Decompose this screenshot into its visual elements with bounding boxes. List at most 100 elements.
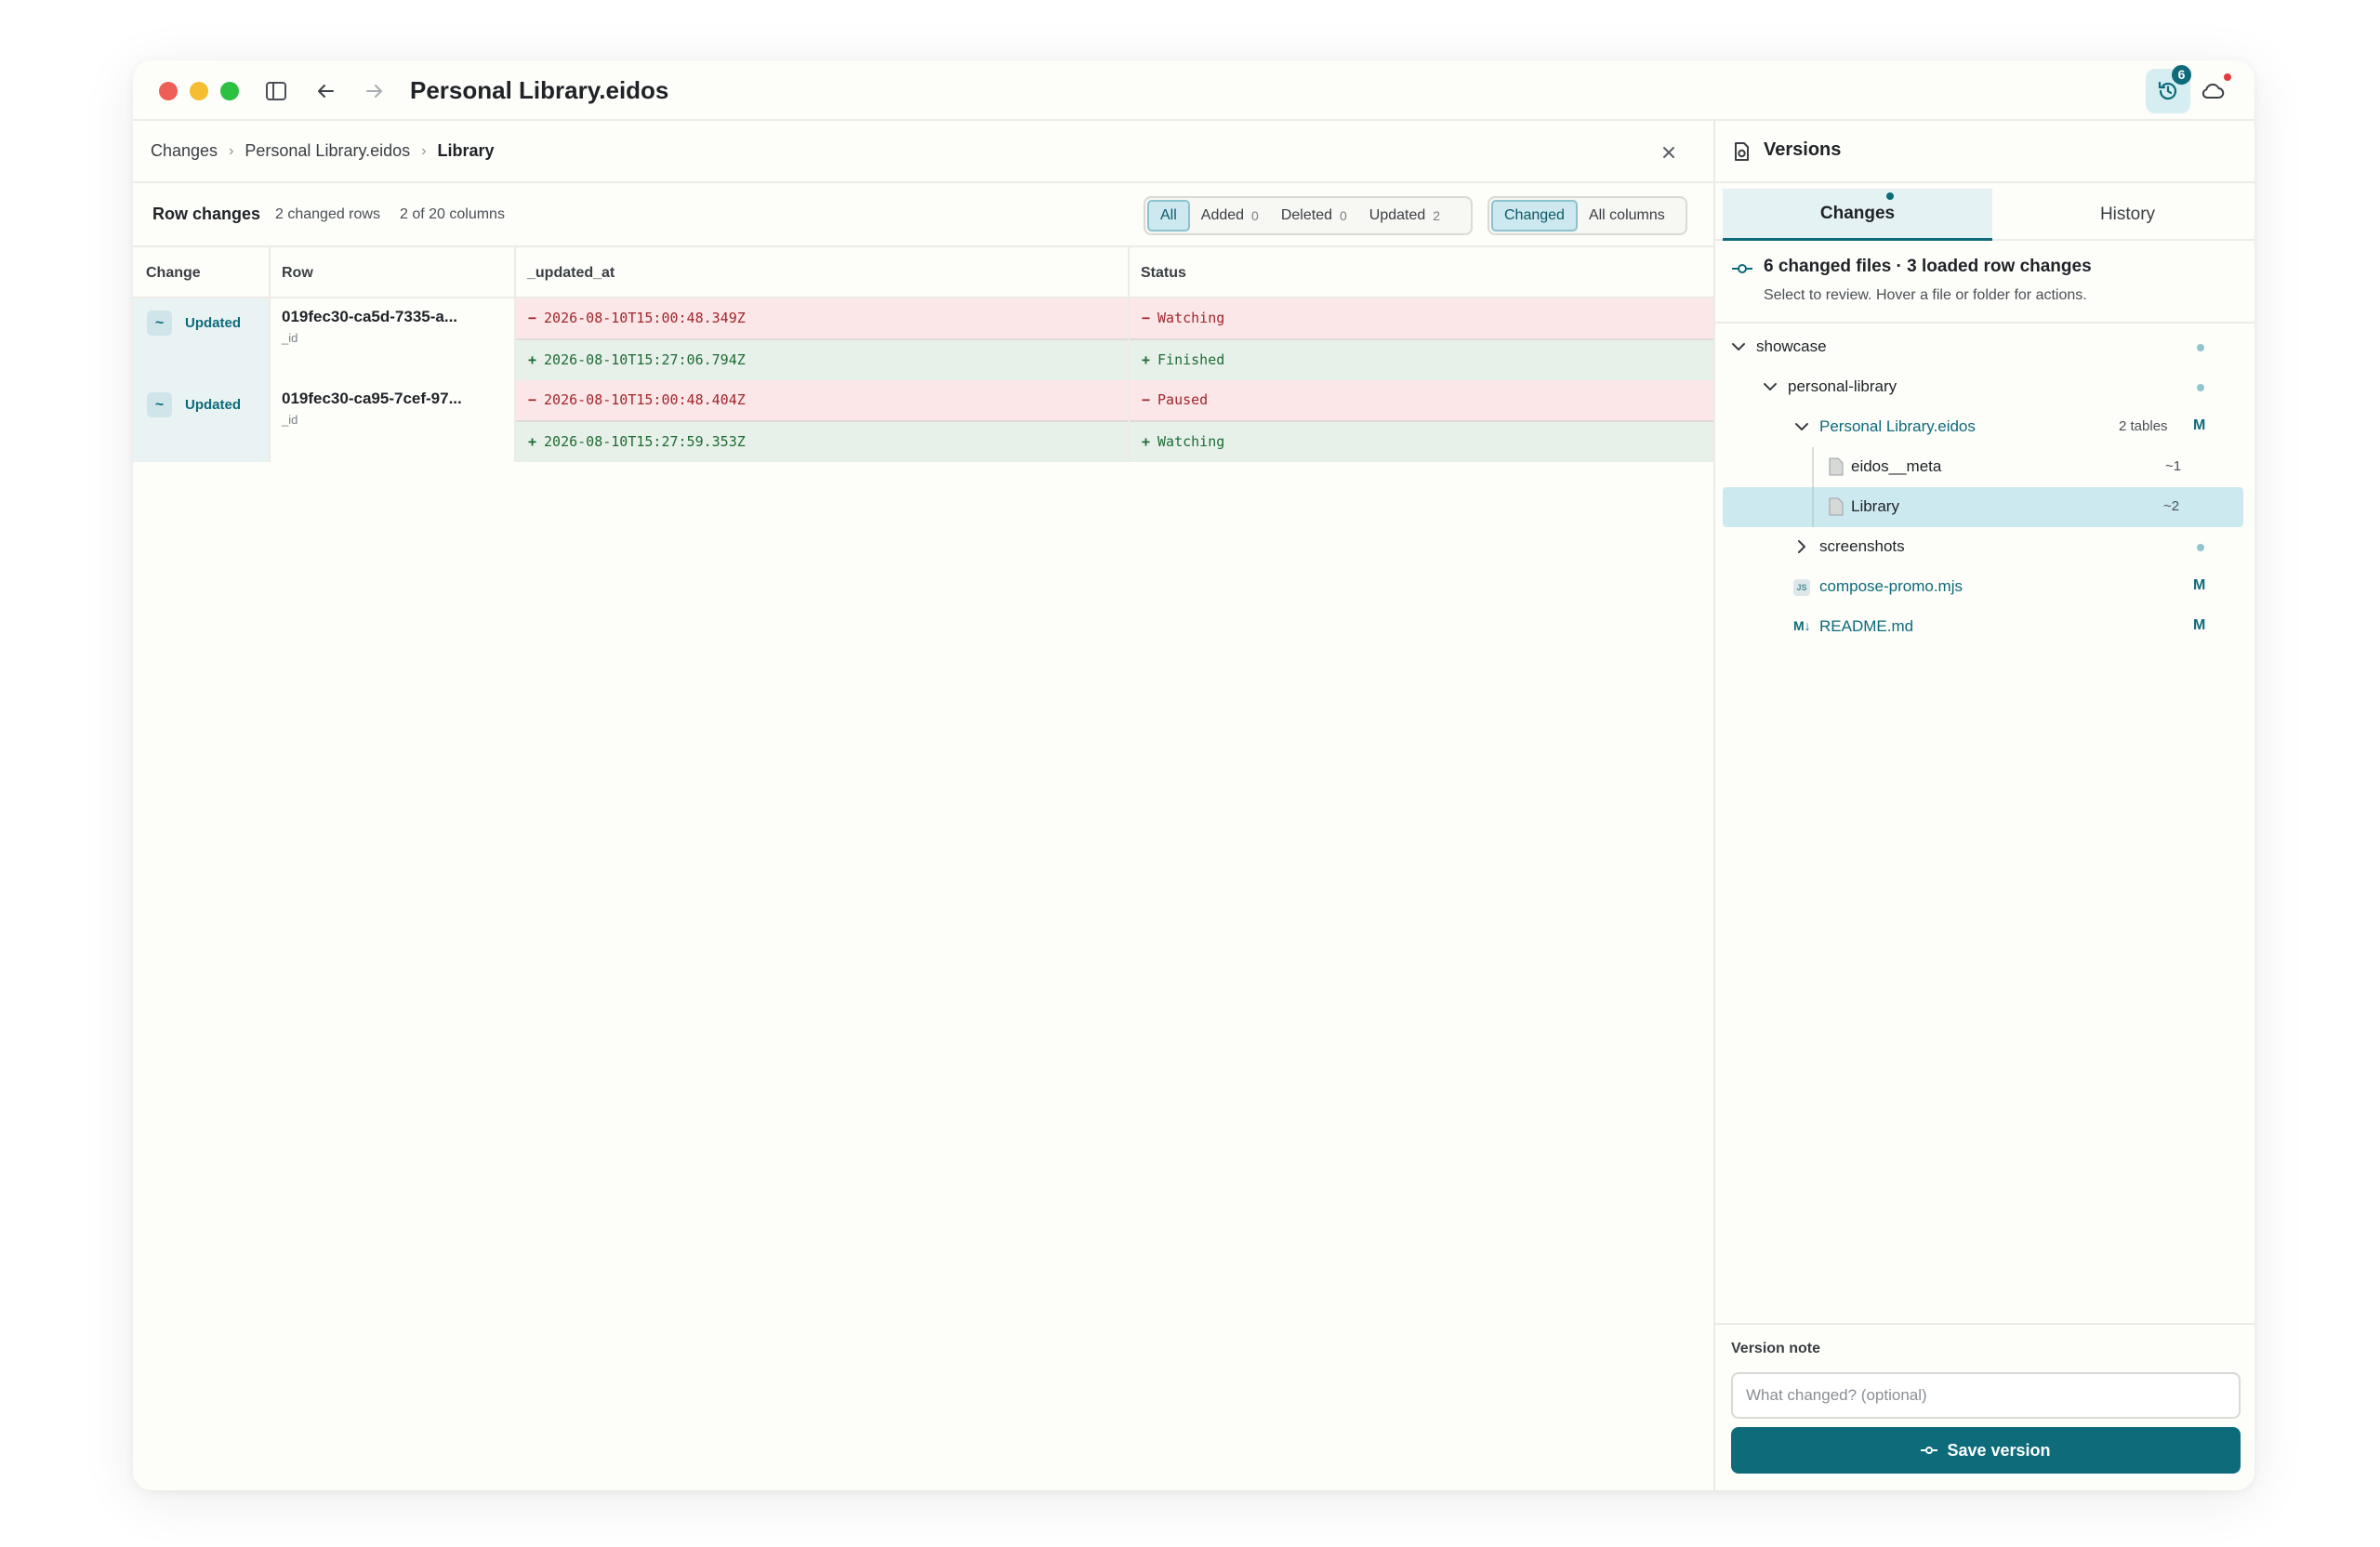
- tree-item-personal-library[interactable]: personal-library: [1723, 367, 2243, 407]
- zoom-window-button[interactable]: [220, 82, 239, 100]
- column-mode-toggle: Changed All columns: [1488, 196, 1687, 235]
- column-divider: [514, 247, 516, 462]
- updated-at-old-value: −2026-08-10T15:00:48.404Z: [516, 380, 1128, 420]
- tree-item-library[interactable]: Library ~2: [1723, 487, 2243, 527]
- columns-changed-option[interactable]: Changed: [1491, 200, 1578, 231]
- row-changes-title: Row changes: [152, 205, 261, 223]
- updated-at-new-value: +2026-08-10T15:27:06.794Z: [516, 340, 1128, 380]
- plus-icon: +: [1142, 433, 1151, 450]
- close-window-button[interactable]: [159, 82, 178, 100]
- updated-at-old-value: −2026-08-10T15:00:48.349Z: [516, 298, 1128, 338]
- chevron-right-icon: ›: [421, 142, 427, 159]
- tree-item-personal-library-eidos[interactable]: Personal Library.eidos 2 tables M: [1723, 407, 2243, 447]
- minus-icon: −: [1142, 310, 1151, 326]
- versions-panel: Versions Changes History 6 changed files…: [1713, 121, 2254, 1490]
- filter-deleted-label: Deleted: [1280, 207, 1332, 223]
- row-id-field: _id: [282, 331, 298, 345]
- row-id[interactable]: 019fec30-ca95-7cef-97...: [282, 390, 462, 408]
- new-value: 2026-08-10T15:27:06.794Z: [544, 351, 746, 368]
- breadcrumb-item-file[interactable]: Personal Library.eidos: [245, 141, 410, 161]
- minimize-window-button[interactable]: [190, 82, 208, 100]
- table-row-change-cell: ~ Updated: [133, 380, 269, 462]
- row-changes-toolbar: Row changes 2 changed rows 2 of 20 colum…: [133, 183, 1713, 247]
- new-value: Watching: [1157, 433, 1225, 450]
- tab-history[interactable]: History: [1996, 189, 2254, 241]
- versions-title: Versions: [1764, 139, 1842, 160]
- tree-item-showcase[interactable]: showcase: [1723, 327, 2243, 367]
- status-new-value: + Watching: [1130, 422, 1713, 462]
- versions-icon: [1731, 140, 1752, 167]
- save-version-button[interactable]: Save version: [1731, 1427, 2241, 1474]
- change-badge: ~ Updated: [147, 392, 241, 417]
- versions-count-badge: 6: [2172, 65, 2191, 85]
- modified-status: M: [2193, 617, 2206, 633]
- breadcrumb-current: Library: [437, 141, 495, 160]
- status-old-value: − Paused: [1130, 380, 1713, 420]
- minus-icon: −: [1142, 391, 1151, 408]
- row-id[interactable]: 019fec30-ca5d-7335-a...: [282, 308, 457, 326]
- js-file-icon: JS: [1793, 579, 1810, 596]
- filter-added[interactable]: Added 0: [1190, 200, 1270, 231]
- breadcrumb-item-changes[interactable]: Changes: [151, 141, 218, 161]
- plus-icon: +: [528, 351, 537, 368]
- versions-header: Versions: [1715, 121, 2254, 183]
- plus-icon: +: [1142, 351, 1151, 368]
- updated-icon: ~: [147, 311, 172, 336]
- tree-item-label: README.md: [1819, 617, 1914, 635]
- tree-item-label: showcase: [1756, 337, 1827, 355]
- filter-deleted[interactable]: Deleted 0: [1270, 200, 1358, 231]
- filter-added-count: 0: [1251, 208, 1259, 223]
- back-arrow-icon[interactable]: [311, 77, 339, 105]
- tree-item-screenshots[interactable]: screenshots: [1723, 527, 2243, 567]
- summary-title: 6 changed files · 3 loaded row changes: [1764, 257, 2092, 276]
- tree-item-label: compose-promo.mjs: [1819, 577, 1963, 595]
- tree-item-compose-promo[interactable]: JS compose-promo.mjs M: [1723, 567, 2243, 607]
- tree-item-label: Personal Library.eidos: [1819, 417, 1976, 435]
- table-row-change-cell: ~ Updated: [133, 298, 269, 380]
- column-header-change: Change: [133, 247, 269, 298]
- tree-item-label: personal-library: [1788, 377, 1897, 395]
- filter-updated-count: 2: [1433, 208, 1441, 223]
- version-note-label: Version note: [1731, 1341, 1821, 1356]
- modified-status: M: [2193, 417, 2206, 433]
- tables-count: 2 tables: [2119, 418, 2168, 434]
- tab-changes[interactable]: Changes: [1723, 189, 1992, 241]
- tree-item-readme[interactable]: M↓ README.md M: [1723, 607, 2243, 647]
- commit-icon: [1731, 261, 1753, 281]
- changed-status-dot: [2197, 544, 2204, 551]
- filter-added-label: Added: [1200, 207, 1245, 223]
- columns-info: 2 of 20 columns: [400, 206, 505, 222]
- sync-status-dot: [2224, 73, 2231, 81]
- markdown-file-icon: M↓: [1793, 618, 1811, 633]
- column-header-updated-at: _updated_at: [514, 247, 1128, 298]
- change-label: Updated: [185, 397, 241, 413]
- version-note-input[interactable]: [1731, 1372, 2241, 1419]
- new-value: 2026-08-10T15:27:59.353Z: [544, 433, 746, 450]
- new-value: Finished: [1157, 351, 1225, 368]
- cloud-icon: [2202, 83, 2225, 99]
- change-badge: ~ Updated: [147, 311, 241, 336]
- changed-status-dot: [2197, 384, 2204, 391]
- versions-tabs: Changes History: [1715, 183, 2254, 241]
- chevron-down-icon: [1732, 343, 1745, 350]
- tree-item-label: screenshots: [1819, 537, 1905, 555]
- filter-updated[interactable]: Updated 2: [1358, 200, 1451, 231]
- filter-deleted-count: 0: [1340, 208, 1347, 223]
- old-value: Watching: [1157, 310, 1225, 326]
- filter-updated-label: Updated: [1368, 207, 1426, 223]
- filter-all-label: All: [1160, 207, 1177, 223]
- chevron-right-icon: [1798, 540, 1805, 553]
- forward-arrow-icon[interactable]: [361, 77, 389, 105]
- app-window: Personal Library.eidos 6 Changes › Perso…: [133, 60, 2254, 1490]
- tree-item-eidos-meta[interactable]: eidos__meta ~1: [1723, 447, 2243, 487]
- minus-icon: −: [528, 391, 537, 408]
- row-id-field: _id: [282, 413, 298, 427]
- tree-item-label: Library: [1851, 497, 1899, 515]
- save-version-footer: Version note Save version: [1715, 1323, 2254, 1490]
- columns-all-option[interactable]: All columns: [1578, 200, 1676, 231]
- sidebar-toggle-icon[interactable]: [262, 77, 290, 105]
- filter-all[interactable]: All: [1147, 200, 1190, 231]
- summary-subtitle: Select to review. Hover a file or folder…: [1764, 287, 2087, 303]
- change-count: ~1: [2165, 458, 2182, 474]
- close-icon[interactable]: [1656, 139, 1682, 165]
